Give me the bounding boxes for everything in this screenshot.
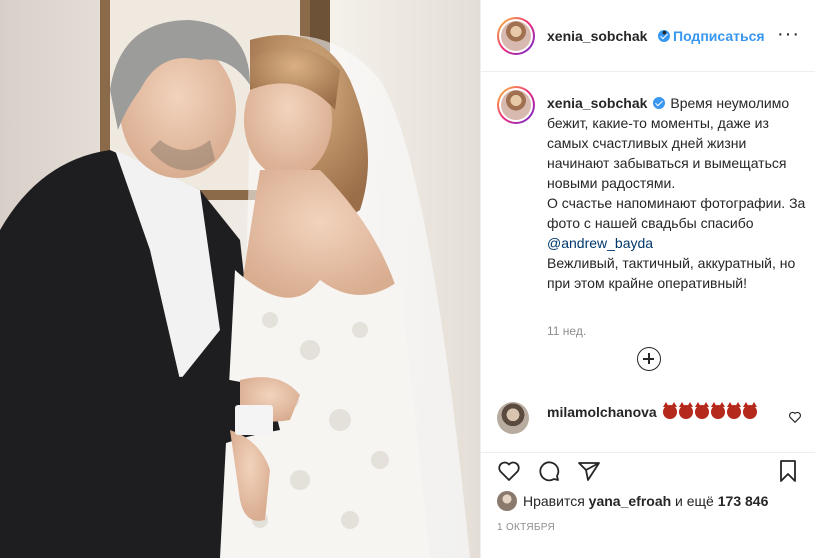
author-username[interactable]: xenia_sobchak [547,28,647,44]
commenter-username[interactable]: milamolchanova [547,404,657,420]
caption-body-3: Вежливый, тактичный, аккуратный, но при … [547,255,796,291]
liker-username[interactable]: yana_efroah [589,493,671,509]
devil-emoji-icon [662,402,677,419]
post-photo[interactable] [0,0,480,558]
comment-text: milamolchanova [547,402,777,422]
comment-icon[interactable] [537,459,561,483]
devil-emoji-icon [742,402,757,419]
separator-dot: • [662,24,667,40]
action-bar [481,452,815,488]
post-header: xenia_sobchak • Подписаться ··· [481,0,815,72]
more-options-icon[interactable]: ··· [777,24,800,44]
devil-emoji-icon [678,402,693,419]
likes-summary: Нравится yana_efroah и ещё 173 846 [497,491,768,511]
comment-heart-icon[interactable] [788,410,802,424]
devil-emoji-icon [726,402,741,419]
likes-middle: и ещё [675,493,714,509]
devil-emoji-row [662,402,759,420]
caption-text: xenia_sobchak Время неумолимо бежит, каки… [547,93,807,293]
paper-plane-icon[interactable] [577,459,601,483]
comment-item: milamolchanova [497,400,802,442]
likes-prefix: Нравится [523,493,585,509]
devil-emoji-icon [710,402,725,419]
mention-link[interactable]: @andrew_bayda [547,235,653,251]
bookmark-icon[interactable] [776,459,800,483]
liker-avatar[interactable] [497,491,517,511]
author-avatar[interactable] [497,17,535,55]
follow-button[interactable]: Подписаться [673,28,765,44]
heart-icon[interactable] [497,459,521,483]
devil-emoji-icon [694,402,709,419]
post-date[interactable]: 1 ОКТЯБРЯ [497,522,555,533]
wedding-photo [0,0,480,558]
post-panel: xenia_sobchak • Подписаться ··· xenia_so… [480,0,815,558]
load-more-comments-icon[interactable] [637,347,661,371]
verified-icon [653,97,666,109]
caption-body-2: О счастье напоминают фотографии. За фото… [547,195,806,231]
caption-avatar[interactable] [497,86,535,124]
commenter-avatar[interactable] [497,402,529,434]
likes-count[interactable]: 173 846 [718,493,769,509]
post-time[interactable]: 11 нед. [547,324,586,338]
caption-username[interactable]: xenia_sobchak [547,95,647,111]
